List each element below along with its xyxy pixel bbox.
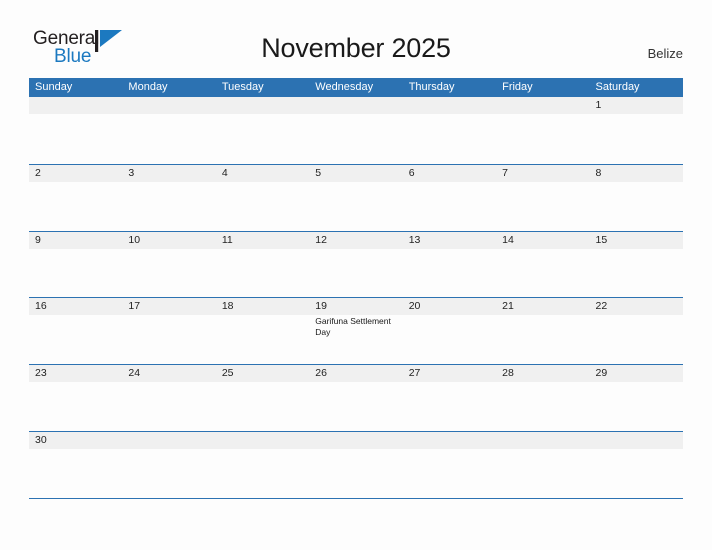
calendar-day-cell[interactable] [403, 97, 496, 164]
day-number: 8 [595, 166, 602, 179]
day-number: 24 [128, 367, 141, 380]
day-header-monday: Monday [128, 81, 168, 93]
country-label: Belize [647, 46, 683, 61]
calendar-day-cell[interactable] [122, 432, 215, 498]
day-number: 29 [595, 367, 608, 380]
day-number: 20 [408, 300, 421, 313]
calendar-day-cell[interactable]: 29 [590, 365, 683, 431]
calendar-day-cell[interactable]: 25 [216, 365, 309, 431]
calendar-week-row: 30 [29, 430, 683, 498]
calendar-day-cell[interactable]: 1 [590, 97, 683, 164]
calendar-day-cell[interactable] [309, 97, 402, 164]
day-header-saturday: Saturday [595, 81, 640, 93]
day-events: Garifuna Settlement Day [315, 316, 398, 338]
day-number: 30 [35, 433, 47, 446]
day-number: 5 [315, 166, 322, 179]
calendar-day-cell[interactable]: 9 [29, 232, 122, 298]
calendar-day-cell[interactable] [216, 97, 309, 164]
calendar-day-cell[interactable] [309, 432, 402, 498]
day-number: 15 [595, 233, 608, 246]
day-number: 3 [128, 166, 135, 179]
day-number: 16 [35, 300, 47, 313]
calendar-day-cell[interactable]: 8 [590, 165, 683, 231]
page-title: November 2025 [261, 33, 451, 63]
calendar-day-cell[interactable]: 6 [403, 165, 496, 231]
day-number: 12 [315, 233, 327, 246]
calendar-day-cell[interactable] [403, 432, 496, 498]
day-number: 13 [408, 233, 421, 246]
calendar-day-cell[interactable]: 19 Garifuna Settlement Day [309, 298, 402, 364]
calendar-day-cell[interactable]: 12 [309, 232, 402, 298]
calendar-day-cell[interactable]: 17 [122, 298, 215, 364]
day-number: 22 [595, 300, 608, 313]
day-number: 27 [408, 367, 421, 380]
calendar-week-row: 16 17 18 19 Garifuna Settlement Day 20 21 22 [29, 297, 683, 365]
day-number: 21 [502, 300, 514, 313]
page-header: General Blue November 2025 Belize [0, 0, 712, 76]
calendar-week-row: 9 10 11 12 13 14 15 [29, 230, 683, 298]
calendar-table: Sunday Monday Tuesday Wednesday Thursday… [29, 78, 683, 499]
calendar-week-row: 1 [29, 97, 683, 164]
calendar-week-row: 23 24 25 26 27 28 29 [29, 364, 683, 431]
calendar-day-cell[interactable]: 23 [29, 365, 122, 431]
calendar-day-cell[interactable]: 15 [590, 232, 683, 298]
day-number: 9 [35, 233, 41, 246]
day-number: 23 [35, 367, 47, 380]
day-number: 18 [221, 300, 234, 313]
calendar-day-cell[interactable]: 22 [590, 298, 683, 364]
day-number: 1 [595, 99, 602, 111]
calendar-day-cell[interactable] [496, 432, 589, 498]
day-of-week-header-row: Sunday Monday Tuesday Wednesday Thursday… [29, 78, 683, 97]
day-number: 17 [128, 300, 141, 313]
calendar-day-cell[interactable] [590, 432, 683, 498]
calendar-day-cell[interactable]: 7 [496, 165, 589, 231]
day-number: 25 [221, 367, 234, 380]
day-number: 28 [502, 367, 514, 380]
calendar-day-cell[interactable]: 20 [403, 298, 496, 364]
calendar-day-cell[interactable] [496, 97, 589, 164]
calendar-day-cell[interactable]: 28 [496, 365, 589, 431]
calendar-day-cell[interactable] [122, 97, 215, 164]
day-number: 4 [221, 166, 228, 179]
calendar-day-cell[interactable]: 26 [309, 365, 402, 431]
calendar-day-cell[interactable]: 3 [122, 165, 215, 231]
day-number: 7 [502, 166, 508, 179]
calendar-day-cell[interactable]: 4 [216, 165, 309, 231]
calendar-page: General Blue November 2025 Belize Sunday… [0, 0, 712, 550]
day-header-sunday: Sunday [35, 81, 73, 93]
calendar-day-cell[interactable]: 13 [403, 232, 496, 298]
calendar-day-cell[interactable]: 5 [309, 165, 402, 231]
day-number: 2 [35, 166, 41, 179]
calendar-bottom-rule [29, 497, 683, 499]
calendar-day-cell[interactable]: 30 [29, 432, 122, 498]
calendar-day-cell[interactable]: 27 [403, 365, 496, 431]
day-header-thursday: Thursday [408, 81, 455, 93]
day-number: 11 [221, 233, 233, 246]
calendar-day-cell[interactable]: 10 [122, 232, 215, 298]
day-number: 26 [315, 367, 327, 380]
calendar-day-cell[interactable] [216, 432, 309, 498]
day-number: 10 [128, 233, 141, 246]
calendar-day-cell[interactable]: 24 [122, 365, 215, 431]
day-header-tuesday: Tuesday [221, 81, 264, 93]
calendar-day-cell[interactable]: 21 [496, 298, 589, 364]
day-number: 19 [315, 300, 327, 313]
calendar-weeks: 1 2 3 4 5 6 7 8 9 10 11 12 13 14 15 16 17 18 19 Garifuna Se… [29, 97, 683, 498]
calendar-day-cell[interactable] [29, 97, 122, 164]
holiday-event: Garifuna Settlement Day [315, 316, 391, 338]
calendar-week-row: 2 3 4 5 6 7 8 [29, 163, 683, 231]
day-number: 6 [408, 166, 415, 179]
calendar-day-cell[interactable]: 11 [216, 232, 309, 298]
day-header-friday: Friday [502, 81, 533, 93]
calendar-day-cell[interactable]: 16 [29, 298, 122, 364]
day-header-wednesday: Wednesday [315, 81, 374, 93]
day-number: 14 [502, 233, 514, 246]
calendar-day-cell[interactable]: 14 [496, 232, 589, 298]
calendar-day-cell[interactable]: 18 [216, 298, 309, 364]
calendar-day-cell[interactable]: 2 [29, 165, 122, 231]
